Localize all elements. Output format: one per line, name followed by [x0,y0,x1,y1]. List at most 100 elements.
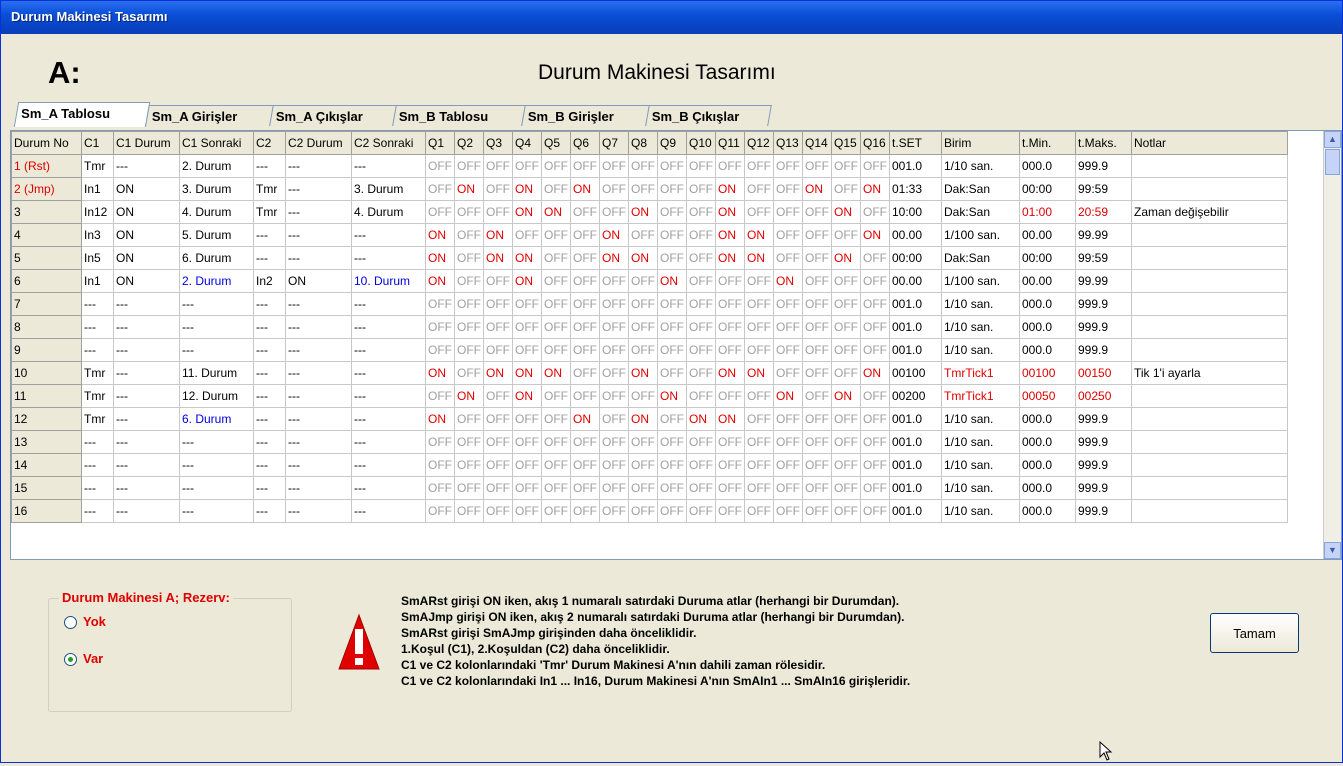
table-cell[interactable]: 001.0 [889,499,942,523]
output-cell[interactable]: OFF [715,453,745,477]
output-cell[interactable]: OFF [425,177,455,201]
output-cell[interactable]: OFF [860,407,890,431]
output-cell[interactable]: OFF [570,476,600,500]
table-cell[interactable]: --- [285,246,352,270]
output-cell[interactable]: OFF [860,338,890,362]
output-cell[interactable]: ON [802,177,832,201]
output-cell[interactable]: OFF [657,223,687,247]
table-cell[interactable]: 001.0 [889,292,942,316]
output-cell[interactable]: ON [628,200,658,224]
output-cell[interactable]: OFF [860,384,890,408]
output-cell[interactable]: OFF [454,315,484,339]
output-cell[interactable]: OFF [599,407,629,431]
output-cell[interactable]: OFF [860,315,890,339]
table-cell[interactable]: 01:00 [1019,200,1076,224]
table-cell[interactable]: --- [179,476,254,500]
output-cell[interactable]: OFF [512,154,542,178]
output-cell[interactable]: OFF [483,177,513,201]
output-cell[interactable]: ON [744,246,774,270]
row-header[interactable]: 15 [11,476,82,500]
table-cell[interactable]: Dak:San [941,246,1020,270]
output-cell[interactable]: OFF [599,476,629,500]
output-cell[interactable]: OFF [570,361,600,385]
table-cell[interactable]: 000.0 [1019,499,1076,523]
output-cell[interactable]: OFF [425,292,455,316]
table-cell[interactable]: --- [81,430,114,454]
output-cell[interactable]: OFF [686,384,716,408]
output-cell[interactable]: OFF [831,430,861,454]
table-cell[interactable]: 000.0 [1019,292,1076,316]
output-cell[interactable]: OFF [599,154,629,178]
output-cell[interactable]: OFF [454,407,484,431]
table-cell[interactable]: Dak:San [941,177,1020,201]
column-header[interactable]: Q8 [628,131,658,155]
table-cell[interactable]: --- [253,246,286,270]
table-cell[interactable]: --- [81,499,114,523]
table-cell[interactable]: 10. Durum [351,269,426,293]
output-cell[interactable]: OFF [628,476,658,500]
table-cell[interactable]: --- [113,292,180,316]
table-cell[interactable]: 1/10 san. [941,476,1020,500]
output-cell[interactable]: OFF [773,315,803,339]
output-cell[interactable]: OFF [512,430,542,454]
output-cell[interactable]: OFF [657,430,687,454]
radio-var[interactable]: Var [64,651,103,669]
table-cell[interactable]: --- [253,476,286,500]
row-header[interactable]: 2 (Jmp) [11,177,82,201]
output-cell[interactable]: OFF [831,223,861,247]
output-cell[interactable]: ON [657,384,687,408]
output-cell[interactable]: OFF [512,223,542,247]
table-cell[interactable]: 6. Durum [179,407,254,431]
table-cell[interactable]: 4. Durum [179,200,254,224]
table-cell[interactable] [1131,246,1288,270]
output-cell[interactable]: ON [425,407,455,431]
output-cell[interactable]: OFF [860,453,890,477]
output-cell[interactable]: ON [425,246,455,270]
tab-sm-a-tablosu[interactable]: Sm_A Tablosu [13,102,151,127]
output-cell[interactable]: OFF [686,269,716,293]
column-header[interactable]: Q5 [541,131,571,155]
output-cell[interactable]: OFF [831,177,861,201]
table-cell[interactable]: TmrTick1 [941,384,1020,408]
table-cell[interactable]: --- [285,338,352,362]
output-cell[interactable]: OFF [570,315,600,339]
column-header[interactable]: C2 Durum [285,131,352,155]
table-row[interactable]: 13 --- --- --- --- --- --- OFF OFF OFF OFF OFF OFF OF… [11,430,1288,454]
table-cell[interactable]: 99.99 [1075,269,1132,293]
output-cell[interactable]: OFF [454,292,484,316]
table-cell[interactable] [1131,154,1288,178]
output-cell[interactable]: OFF [802,154,832,178]
output-cell[interactable]: OFF [599,292,629,316]
output-cell[interactable]: OFF [831,407,861,431]
table-cell[interactable]: --- [285,200,352,224]
output-cell[interactable]: ON [860,361,890,385]
output-cell[interactable]: OFF [599,200,629,224]
table-cell[interactable]: Tmr [81,361,114,385]
output-cell[interactable]: OFF [715,315,745,339]
table-cell[interactable]: --- [351,361,426,385]
output-cell[interactable]: OFF [454,499,484,523]
table-cell[interactable]: --- [113,499,180,523]
column-header[interactable]: Notlar [1131,131,1288,155]
table-cell[interactable]: --- [285,154,352,178]
column-header[interactable]: Q10 [686,131,716,155]
table-cell[interactable]: 00.00 [1019,269,1076,293]
row-header[interactable]: 4 [11,223,82,247]
table-row[interactable]: 6 In1 ON 2. Durum In2 ON 10. Durum ON OFF OFF ON OF… [11,269,1288,293]
output-cell[interactable]: OFF [744,269,774,293]
table-cell[interactable]: --- [253,154,286,178]
output-cell[interactable]: OFF [802,246,832,270]
output-cell[interactable]: ON [599,246,629,270]
table-cell[interactable]: --- [285,223,352,247]
table-cell[interactable]: 99:59 [1075,177,1132,201]
tab-sm-b-cikislar[interactable]: Sm_B Çıkışlar [645,105,772,126]
output-cell[interactable]: ON [744,223,774,247]
table-cell[interactable] [1131,499,1288,523]
output-cell[interactable]: OFF [773,499,803,523]
output-cell[interactable]: ON [831,246,861,270]
table-row[interactable]: 5 In5 ON 6. Durum --- --- --- ON OFF ON ON OFF OFF ON… [11,246,1288,270]
output-cell[interactable]: OFF [483,269,513,293]
table-cell[interactable]: --- [253,315,286,339]
table-cell[interactable]: 000.0 [1019,154,1076,178]
table-cell[interactable]: 6. Durum [179,246,254,270]
